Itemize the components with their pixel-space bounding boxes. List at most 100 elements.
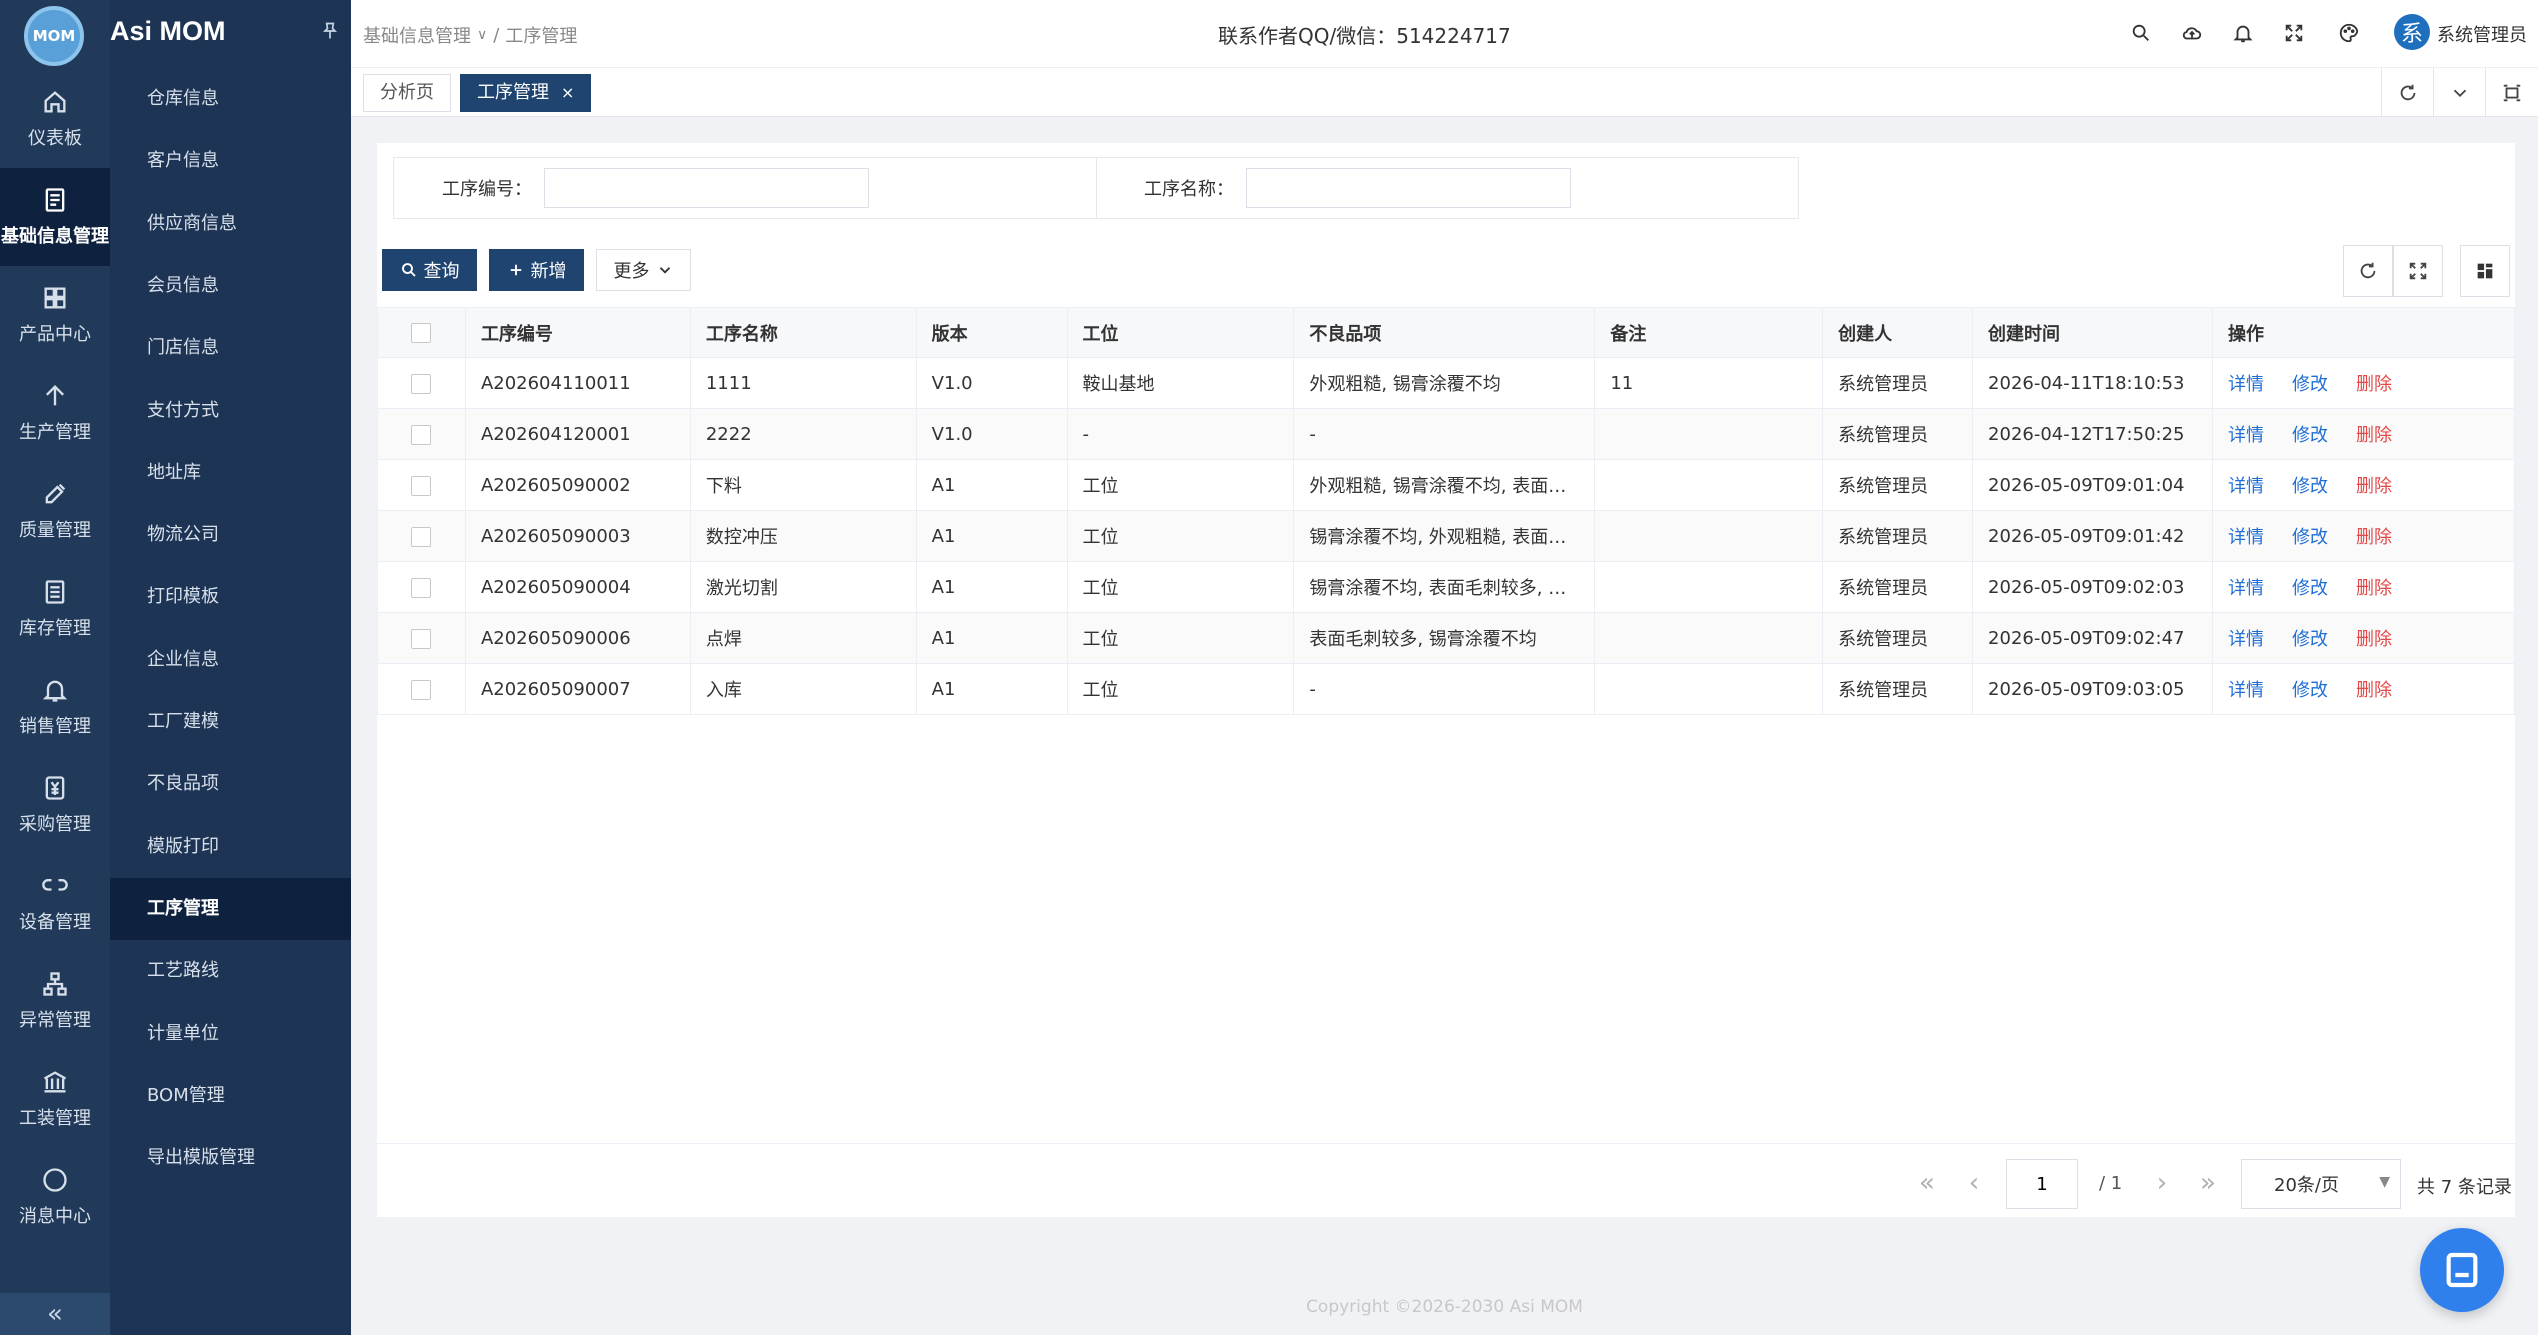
rail-item[interactable]: 采购管理 <box>0 756 110 854</box>
tab-process-management[interactable]: 工序管理 × <box>460 74 592 112</box>
edit-link[interactable]: 修改 <box>2292 374 2328 395</box>
detail-link[interactable]: 详情 <box>2228 527 2264 548</box>
cloud-upload-icon[interactable] <box>2177 18 2207 48</box>
rail-item[interactable]: 消息中心 <box>0 1148 110 1246</box>
delete-link[interactable]: 删除 <box>2356 629 2392 650</box>
rail-item[interactable]: 异常管理 <box>0 952 110 1050</box>
submenu-item[interactable]: BOM管理 <box>110 1065 351 1127</box>
submenu-item[interactable]: 计量单位 <box>110 1003 351 1065</box>
edit-link[interactable]: 修改 <box>2292 680 2328 701</box>
detail-link[interactable]: 详情 <box>2228 425 2264 446</box>
pin-icon[interactable] <box>320 20 340 44</box>
collapse-sidebar-button[interactable]: « <box>0 1293 110 1335</box>
delete-link[interactable]: 删除 <box>2356 578 2392 599</box>
table-row: A202604110011 1111 V1.0 鞍山基地 外观粗糙, 锡膏涂覆不均 11 系… <box>377 357 2515 409</box>
row-checkbox[interactable] <box>411 577 432 598</box>
detail-link[interactable]: 详情 <box>2228 476 2264 497</box>
row-checkbox[interactable] <box>411 373 432 394</box>
row-select-cell <box>377 510 466 562</box>
refresh-tab-icon[interactable] <box>2381 68 2433 117</box>
rail-item[interactable]: 销售管理 <box>0 658 110 756</box>
delete-link[interactable]: 删除 <box>2356 680 2392 701</box>
main-content: 工序编号： 工序名称： 查询 新增 更多 工序编号 工序名称 版本 工位 不良品… <box>377 143 2515 1217</box>
first-page-icon[interactable]: « <box>1912 1168 1942 1198</box>
add-button[interactable]: 新增 <box>489 249 584 291</box>
rail-item[interactable]: 设备管理 <box>0 854 110 952</box>
column-settings-icon[interactable] <box>2460 245 2510 297</box>
detail-link[interactable]: 详情 <box>2228 680 2264 701</box>
close-icon[interactable]: × <box>561 83 574 102</box>
delete-link[interactable]: 删除 <box>2356 425 2392 446</box>
submenu-item[interactable]: 支付方式 <box>110 380 351 442</box>
page-number-input[interactable] <box>2006 1159 2078 1209</box>
detail-link[interactable]: 详情 <box>2228 578 2264 599</box>
chevron-down-icon[interactable] <box>2433 68 2485 117</box>
rail-item[interactable]: 生产管理 <box>0 364 110 462</box>
submenu-item[interactable]: 工序管理 <box>110 877 351 940</box>
submenu-item[interactable]: 打印模板 <box>110 566 351 628</box>
process-name-input[interactable] <box>1246 168 1571 208</box>
submenu-item[interactable]: 模版打印 <box>110 816 351 878</box>
detail-link[interactable]: 详情 <box>2228 629 2264 650</box>
username[interactable]: 系统管理员 <box>2437 21 2527 47</box>
fullscreen-icon[interactable] <box>2279 18 2309 48</box>
row-checkbox[interactable] <box>411 628 432 649</box>
breadcrumb-root[interactable]: 基础信息管理 <box>363 22 471 48</box>
next-page-icon[interactable]: › <box>2147 1168 2177 1198</box>
search-icon[interactable] <box>2126 18 2156 48</box>
select-all-checkbox[interactable] <box>411 323 432 343</box>
submenu-item[interactable]: 仓库信息 <box>110 68 351 130</box>
submenu-item[interactable]: 不良品项 <box>110 753 351 815</box>
submenu-item[interactable]: 物流公司 <box>110 504 351 566</box>
rail-item[interactable]: 仪表板 <box>0 70 110 168</box>
rail-item[interactable]: 库存管理 <box>0 560 110 658</box>
row-checkbox[interactable] <box>411 679 432 700</box>
submenu-item[interactable]: 工艺路线 <box>110 940 351 1002</box>
table-cell: 2222 <box>689 408 917 460</box>
table-cell: 表面毛刺较多, 锡膏涂覆不均 <box>1293 612 1596 664</box>
assistant-robot-button[interactable] <box>2420 1228 2504 1312</box>
edit-link[interactable]: 修改 <box>2292 527 2328 548</box>
edit-link[interactable]: 修改 <box>2292 476 2328 497</box>
refresh-icon[interactable] <box>2343 245 2393 297</box>
row-checkbox[interactable] <box>411 475 432 496</box>
delete-link[interactable]: 删除 <box>2356 476 2392 497</box>
delete-link[interactable]: 删除 <box>2356 527 2392 548</box>
submenu-item[interactable]: 地址库 <box>110 442 351 504</box>
expand-icon[interactable] <box>2393 245 2443 297</box>
edit-link[interactable]: 修改 <box>2292 629 2328 650</box>
avatar[interactable]: 系 <box>2394 14 2430 50</box>
bell-icon[interactable] <box>2228 18 2258 48</box>
table-cell: 11 <box>1594 357 1824 409</box>
theme-palette-icon[interactable] <box>2334 18 2364 48</box>
edit-link[interactable]: 修改 <box>2292 578 2328 599</box>
grid-icon <box>44 287 66 309</box>
submenu-item[interactable]: 企业信息 <box>110 629 351 691</box>
query-button[interactable]: 查询 <box>382 249 477 291</box>
delete-link[interactable]: 删除 <box>2356 374 2392 395</box>
prev-page-icon[interactable]: ‹ <box>1959 1168 1989 1198</box>
process-code-input[interactable] <box>544 168 869 208</box>
rail-item[interactable]: 产品中心 <box>0 266 110 364</box>
table-cell: 鞍山基地 <box>1066 357 1295 409</box>
rail-item[interactable]: 质量管理 <box>0 462 110 560</box>
rail-item[interactable]: 工装管理 <box>0 1050 110 1148</box>
submenu-item[interactable]: 会员信息 <box>110 255 351 317</box>
tab-analysis[interactable]: 分析页 <box>363 74 451 112</box>
list-icon <box>45 580 65 604</box>
more-dropdown[interactable]: 更多 <box>596 249 691 291</box>
submenu-item[interactable]: 导出模版管理 <box>110 1127 351 1189</box>
submenu-item[interactable]: 客户信息 <box>110 130 351 192</box>
row-checkbox[interactable] <box>411 424 432 445</box>
submenu-item[interactable]: 门店信息 <box>110 317 351 379</box>
last-page-icon[interactable]: » <box>2193 1168 2223 1198</box>
page-size-select[interactable]: 20条/页 ▼ <box>2241 1159 2401 1209</box>
submenu-item[interactable]: 供应商信息 <box>110 193 351 255</box>
detail-link[interactable]: 详情 <box>2228 374 2264 395</box>
maximize-icon[interactable] <box>2485 68 2537 117</box>
row-checkbox[interactable] <box>411 526 432 547</box>
rail-item[interactable]: 基础信息管理 <box>0 168 110 266</box>
table-cell: A202605090006 <box>464 612 691 664</box>
edit-link[interactable]: 修改 <box>2292 425 2328 446</box>
submenu-item[interactable]: 工厂建模 <box>110 691 351 753</box>
